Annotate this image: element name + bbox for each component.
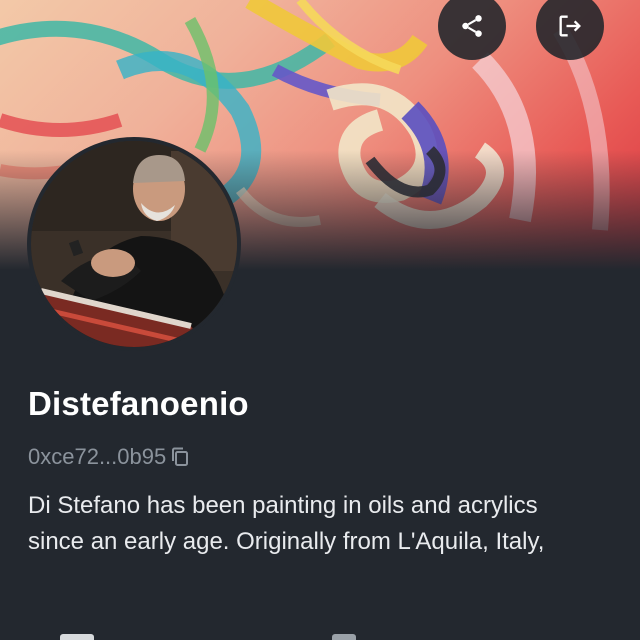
profile-bio: Di Stefano has been painting in oils and… xyxy=(28,492,545,555)
logout-icon xyxy=(559,15,581,37)
share-icon xyxy=(462,15,482,37)
wallet-address-row: 0xce72...0b95 xyxy=(28,444,190,470)
avatar xyxy=(27,137,241,351)
bottom-item-left[interactable] xyxy=(60,634,94,640)
profile-screen: Distefanoenio 0xce72...0b95 Di Stefano h… xyxy=(0,0,640,640)
profile-name: Distefanoenio xyxy=(28,385,249,422)
wallet-address: 0xce72...0b95 xyxy=(28,444,167,469)
copy-icon[interactable] xyxy=(170,446,190,468)
bottom-item-right[interactable] xyxy=(332,634,356,640)
artist-portrait xyxy=(31,141,237,347)
